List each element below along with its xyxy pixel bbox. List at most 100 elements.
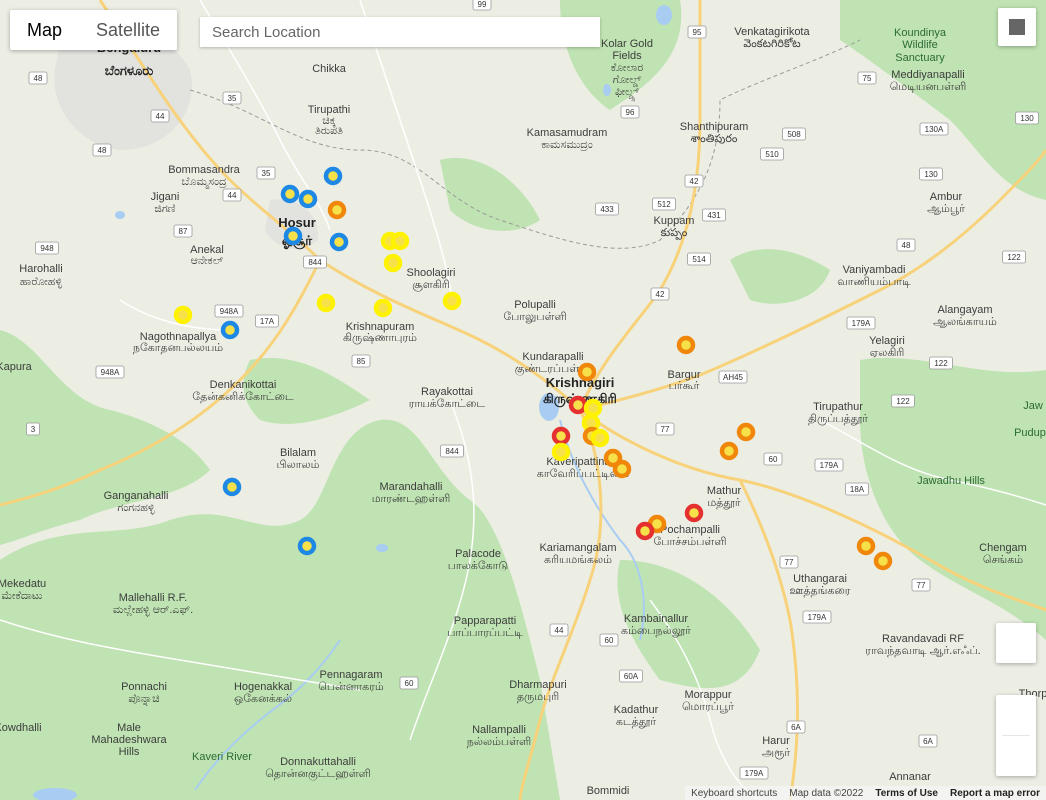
place-label: ಆನೇಕಲ್ bbox=[191, 255, 224, 267]
blue-marker[interactable] bbox=[280, 184, 300, 204]
road-shield: 179A bbox=[739, 766, 769, 780]
yellow-marker[interactable] bbox=[316, 293, 336, 313]
report-map-error-link[interactable]: Report a map error bbox=[944, 788, 1046, 799]
road-shield: 844 bbox=[303, 255, 327, 269]
place-label: Denkanikottai bbox=[210, 379, 277, 391]
road-number: 44 bbox=[156, 112, 165, 121]
road-shield: 77 bbox=[911, 578, 931, 592]
orange-marker[interactable] bbox=[612, 459, 632, 479]
road-shield: 122 bbox=[1002, 250, 1026, 264]
keyboard-shortcuts-link[interactable]: Keyboard shortcuts bbox=[685, 788, 783, 799]
road-number: 6A bbox=[791, 723, 801, 732]
place-label: Mahadeshwara bbox=[91, 734, 167, 746]
road-shield: 60 bbox=[763, 452, 783, 466]
road-number: AH45 bbox=[723, 373, 744, 382]
yellow-marker[interactable] bbox=[173, 305, 193, 325]
place-label: Kaveri River bbox=[192, 751, 252, 763]
search-location-input[interactable] bbox=[200, 17, 600, 47]
place-label: Annanar bbox=[889, 771, 931, 783]
satellite-tab[interactable]: Satellite bbox=[79, 10, 177, 50]
road-number: 948 bbox=[40, 244, 54, 253]
fullscreen-button[interactable] bbox=[998, 8, 1036, 46]
place-label: மத்தூர் bbox=[707, 497, 741, 509]
place-label: Polupalli bbox=[514, 299, 556, 311]
road-shield: 60 bbox=[599, 633, 619, 647]
place-label: ಜಿಗಣಿ bbox=[154, 203, 175, 215]
road-number: 60A bbox=[624, 672, 639, 681]
place-label: Donnakuttahalli bbox=[280, 756, 356, 768]
yellow-marker[interactable] bbox=[583, 398, 603, 418]
road-number: 44 bbox=[555, 626, 564, 635]
orange-marker[interactable] bbox=[856, 536, 876, 556]
road-shield: 44 bbox=[222, 188, 242, 202]
yellow-marker[interactable] bbox=[551, 442, 571, 462]
road-shield: 433 bbox=[595, 202, 619, 216]
road-number: 48 bbox=[34, 74, 43, 83]
street-view-button[interactable] bbox=[996, 623, 1036, 663]
place-label: தொன்னகுட்டஹள்ளி bbox=[265, 768, 371, 782]
blue-marker[interactable] bbox=[323, 166, 343, 186]
road-number: 42 bbox=[656, 290, 665, 299]
place-label: ಪೊನ್ನಾಚಿ bbox=[128, 693, 159, 705]
place-label: Harur bbox=[762, 735, 790, 747]
place-label: Uthangarai bbox=[793, 573, 847, 585]
place-label: Bilalam bbox=[280, 447, 316, 459]
red-marker[interactable] bbox=[635, 521, 655, 541]
blue-marker[interactable] bbox=[220, 320, 240, 340]
fullscreen-icon bbox=[1009, 19, 1025, 35]
orange-marker[interactable] bbox=[873, 551, 893, 571]
place-label: Kapura bbox=[0, 361, 33, 373]
blue-marker[interactable] bbox=[298, 189, 318, 209]
blue-marker[interactable] bbox=[329, 232, 349, 252]
road-shield: 75 bbox=[857, 71, 877, 85]
map-attribution: Keyboard shortcuts Map data ©2022 Terms … bbox=[685, 786, 1046, 800]
road-shield: 6A bbox=[786, 720, 806, 734]
road-number: 48 bbox=[98, 146, 107, 155]
zoom-in-button[interactable] bbox=[996, 695, 1036, 735]
map-tab[interactable]: Map bbox=[10, 10, 79, 50]
place-label: மொரப்பூர் bbox=[682, 701, 734, 713]
orange-marker[interactable] bbox=[676, 335, 696, 355]
zoom-out-button[interactable] bbox=[996, 736, 1036, 776]
road-number: 35 bbox=[228, 94, 237, 103]
place-label: Kolar Gold bbox=[601, 38, 653, 50]
road-shield: 948A bbox=[95, 365, 125, 379]
place-label: Harohalli bbox=[19, 263, 62, 275]
road-shield: 42 bbox=[684, 174, 704, 188]
orange-marker[interactable] bbox=[719, 441, 739, 461]
blue-marker[interactable] bbox=[297, 536, 317, 556]
road-number: 87 bbox=[179, 227, 188, 236]
yellow-marker[interactable] bbox=[590, 428, 610, 448]
orange-marker[interactable] bbox=[577, 362, 597, 382]
road-shield: 48 bbox=[28, 71, 48, 85]
yellow-marker[interactable] bbox=[383, 253, 403, 273]
road-shield: 35 bbox=[256, 166, 276, 180]
road-number: 130A bbox=[925, 125, 944, 134]
place-label: ಹಾರೋಹಳ್ಳಿ bbox=[20, 276, 63, 288]
blue-marker[interactable] bbox=[283, 226, 303, 246]
road-number: 6A bbox=[923, 737, 933, 746]
terms-of-use-link[interactable]: Terms of Use bbox=[869, 788, 944, 799]
place-label: Papparapatti bbox=[454, 615, 516, 627]
place-label: Kuppam bbox=[654, 215, 695, 227]
blue-marker[interactable] bbox=[222, 477, 242, 497]
road-shield: 48 bbox=[92, 143, 112, 157]
place-label: Meddiyanapalli bbox=[891, 69, 964, 81]
orange-marker[interactable] bbox=[736, 422, 756, 442]
place-label: தருமபுரி bbox=[517, 691, 559, 703]
yellow-marker[interactable] bbox=[373, 298, 393, 318]
place-label: ಕೋಲಾರ bbox=[611, 62, 644, 74]
road-number: 179A bbox=[745, 769, 764, 778]
place-label: Venkatagirikota bbox=[734, 26, 810, 38]
place-label: Sanctuary bbox=[895, 52, 945, 64]
yellow-marker[interactable] bbox=[442, 291, 462, 311]
red-marker[interactable] bbox=[551, 426, 571, 446]
place-label: Mathur bbox=[707, 485, 742, 497]
yellow-marker[interactable] bbox=[390, 231, 410, 251]
red-marker[interactable] bbox=[684, 503, 704, 523]
map-canvas[interactable]: BengaluruಬೆಂಗಳೂರುChikkaTirupathiಚಿಕ್ಕತಿರ… bbox=[0, 0, 1046, 800]
orange-marker[interactable] bbox=[327, 200, 347, 220]
road-shield: 948 bbox=[35, 241, 59, 255]
red-marker[interactable] bbox=[568, 395, 588, 415]
place-label: Nallampalli bbox=[472, 724, 526, 736]
